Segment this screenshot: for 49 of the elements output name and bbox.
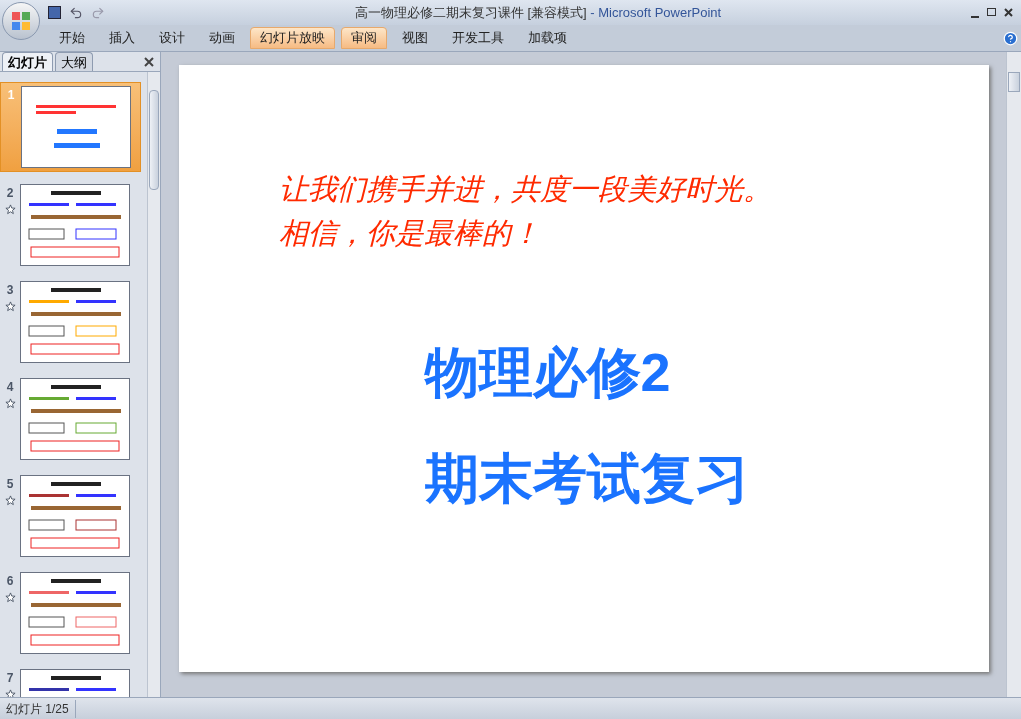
slide-canvas[interactable]: 让我们携手并进，共度一段美好时光。 相信，你是最棒的！ 物理必修2 期末考试复习 [178, 65, 989, 672]
panel-tab[interactable]: 大纲 [55, 52, 93, 71]
slide-counter: 幻灯片 1/25 [0, 699, 76, 718]
ribbon-tab[interactable]: 加载项 [519, 27, 576, 49]
ribbon-tab[interactable]: 开始 [50, 27, 94, 49]
slide-list-item[interactable]: 2 [0, 181, 141, 269]
slide-text: 相信，你是最棒的！ [278, 215, 541, 252]
ribbon-tab[interactable]: 视图 [393, 27, 437, 49]
window-title: 高一物理必修二期末复习课件 [兼容模式] [354, 3, 587, 22]
slide-title: 物理必修2 [424, 341, 672, 404]
slide-thumbnail[interactable] [20, 281, 130, 363]
slide-number: 2 [6, 185, 14, 202]
slide-list-item[interactable]: 5 [0, 472, 141, 560]
restore-icon[interactable] [987, 7, 996, 16]
ribbon-tab[interactable]: 审阅 [341, 27, 387, 49]
office-button[interactable] [2, 2, 40, 40]
slide-thumbnail[interactable] [21, 86, 131, 168]
slide-number: 6 [6, 573, 14, 590]
slide-number: 7 [6, 670, 14, 687]
slide-thumbnail[interactable] [20, 184, 130, 266]
undo-icon[interactable] [69, 5, 83, 20]
slide-number: 4 [6, 379, 14, 396]
office-logo-icon [12, 12, 30, 30]
slide-thumbnail[interactable] [20, 378, 130, 460]
slide-thumbnail[interactable] [20, 572, 130, 654]
save-icon[interactable] [48, 6, 61, 19]
ribbon-tab[interactable]: 幻灯片放映 [250, 27, 335, 49]
slide-list-item[interactable]: 6 [0, 569, 141, 657]
slide-list-item[interactable]: 7 [0, 666, 141, 697]
close-icon[interactable] [1004, 7, 1013, 17]
slide-number: 5 [6, 476, 14, 493]
slide-number: 3 [6, 282, 14, 299]
panel-tab[interactable]: 幻灯片 [2, 52, 53, 71]
scrollbar[interactable] [147, 72, 160, 697]
slide-list-item[interactable]: 3 [0, 278, 141, 366]
ribbon-tab[interactable]: 动画 [200, 27, 244, 49]
app-name: - Microsoft PowerPoint [589, 3, 722, 22]
slide-thumbnail[interactable] [20, 475, 130, 557]
ribbon-tab[interactable]: 设计 [150, 27, 194, 49]
minimize-icon[interactable] [971, 15, 979, 18]
slide-list-item[interactable]: 4 [0, 375, 141, 463]
close-icon[interactable] [144, 57, 154, 67]
slide-title: 期末考试复习 [424, 447, 750, 510]
scrollbar[interactable] [1006, 52, 1021, 697]
ribbon-tab[interactable]: 开发工具 [443, 27, 513, 49]
ribbon-tab[interactable]: 插入 [100, 27, 144, 49]
help-icon[interactable] [1003, 30, 1018, 46]
slide-text: 让我们携手并进，共度一段美好时光。 [278, 171, 773, 208]
slide-number: 1 [7, 87, 15, 104]
